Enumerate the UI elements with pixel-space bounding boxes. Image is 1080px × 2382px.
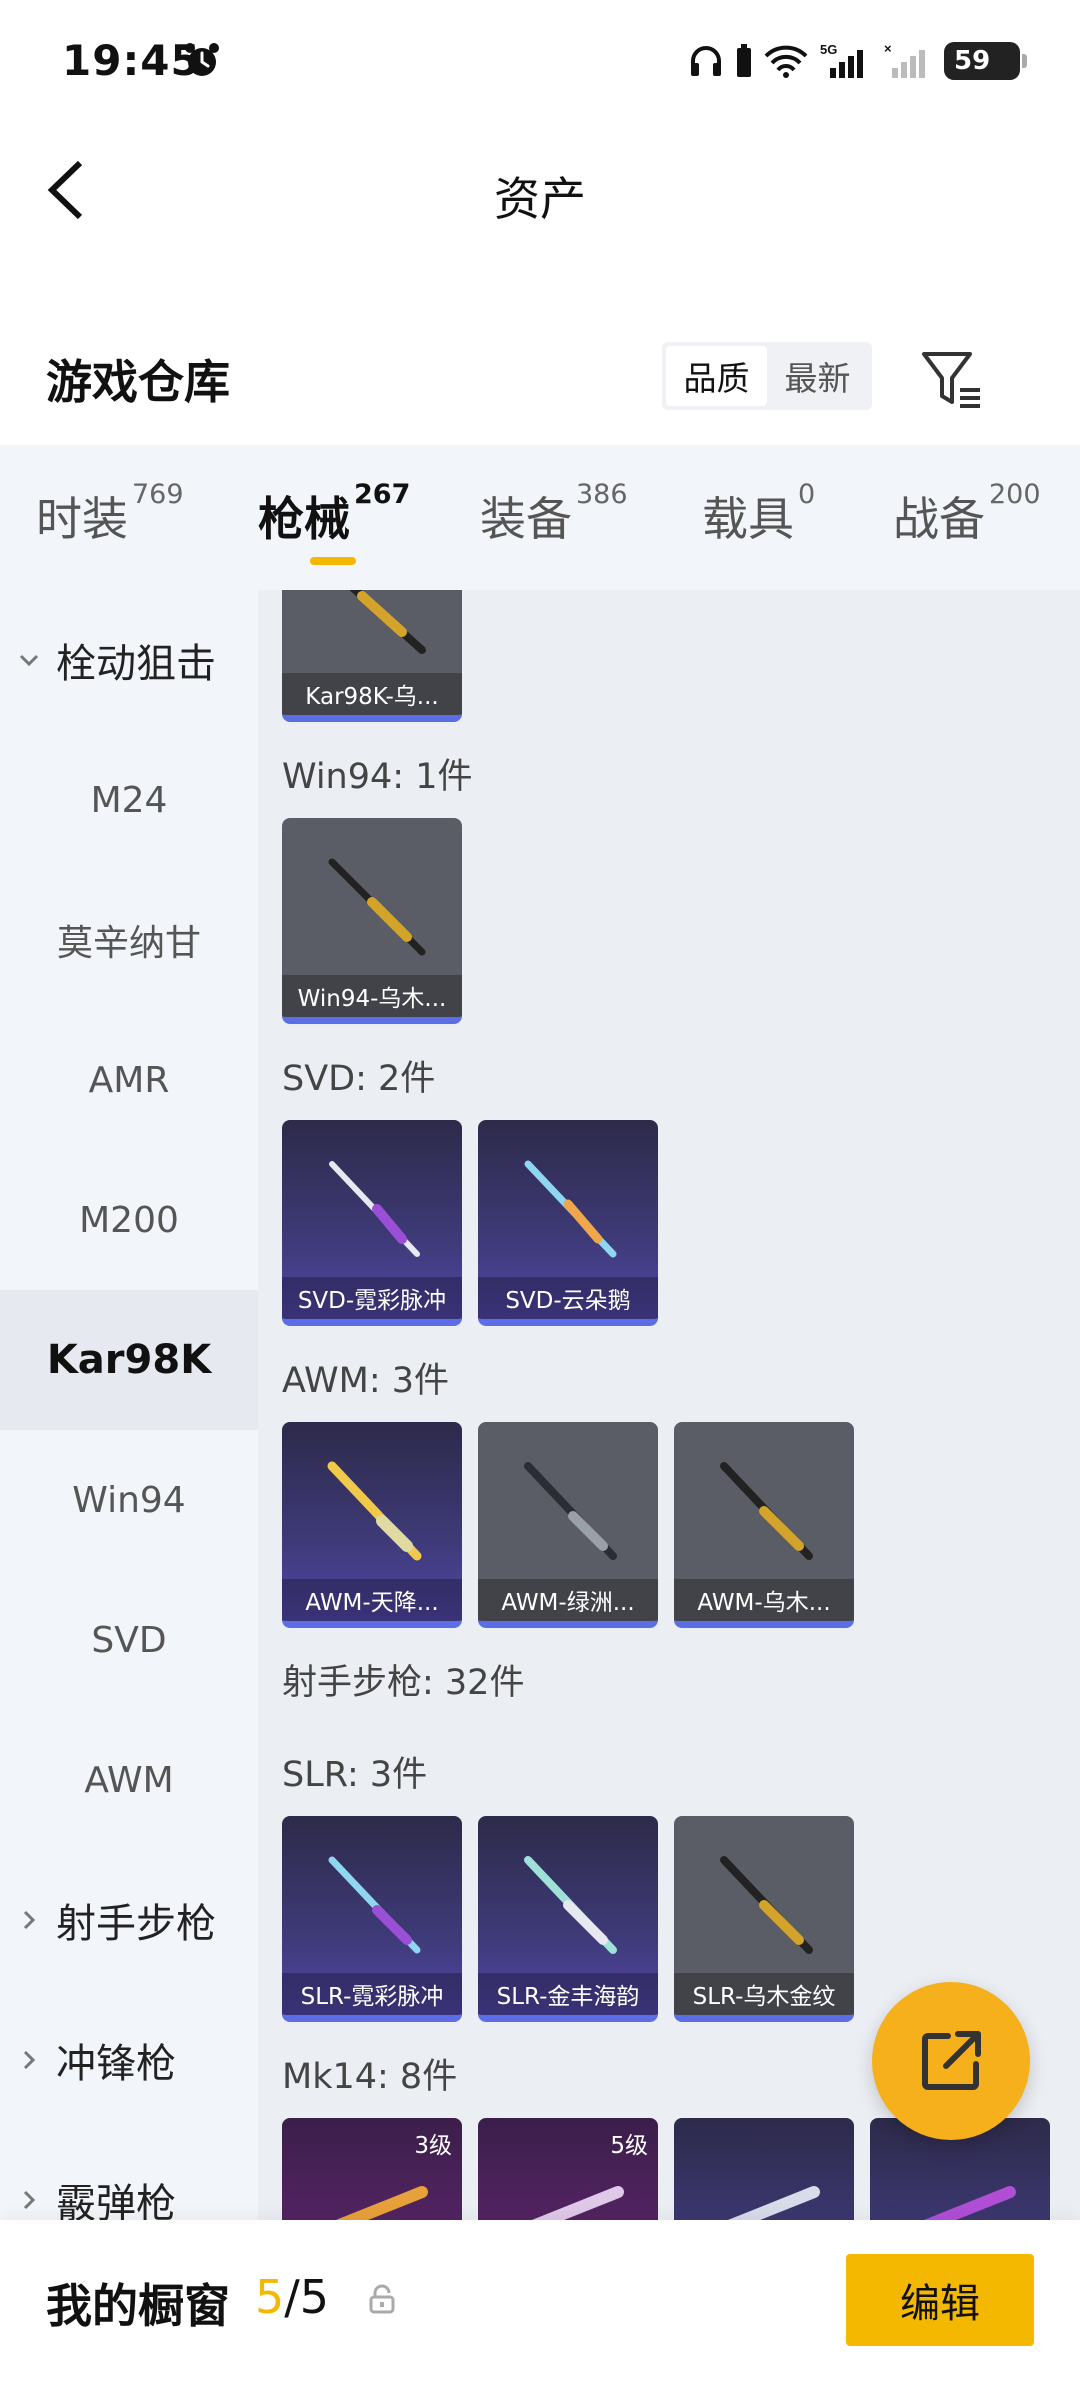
rifle-icon: [720, 1856, 813, 1954]
page-title: 资产: [494, 172, 586, 226]
sort-toggle: 品质 最新: [662, 342, 872, 410]
sidebar-item-m200[interactable]: M200: [0, 1150, 258, 1290]
item-name: SVD-云朵鹅: [478, 1277, 658, 1319]
item-name: SLR-金丰海韵: [478, 1973, 658, 2015]
item-name: SVD-霓彩脉冲: [282, 1277, 462, 1319]
warehouse-header: 游戏仓库 品质 最新: [0, 320, 1080, 440]
svg-text:5G: 5G: [820, 42, 837, 57]
group-label-win94: Win94: 1件: [282, 757, 473, 797]
rifle-icon: [328, 1856, 421, 1954]
rifle-icon: [531, 2186, 624, 2220]
rifle-icon: [327, 1461, 422, 1561]
item-card[interactable]: [674, 2118, 854, 2220]
status-time: 19:45: [62, 36, 201, 85]
group-label-dmr: 射手步枪: 32件: [282, 1663, 525, 1703]
wifi-icon: [764, 45, 808, 78]
sidebar-group-smg[interactable]: 冲锋枪: [0, 1990, 258, 2130]
sidebar-item-amr[interactable]: AMR: [0, 1010, 258, 1150]
showcase-label: 我的橱窗: [46, 2279, 230, 2333]
sidebar-item-m24[interactable]: M24: [0, 730, 258, 870]
headphones-icon: [691, 46, 721, 76]
rifle-icon: [524, 1462, 617, 1560]
item-card[interactable]: AWM-绿洲...: [478, 1422, 658, 1628]
item-name: AWM-天降...: [282, 1579, 462, 1621]
svg-text:×: ×: [884, 42, 892, 56]
filter-icon[interactable]: [920, 348, 986, 410]
sidebar-group-shotgun[interactable]: 霰弹枪: [0, 2130, 258, 2220]
item-card[interactable]: SLR-乌木金纹: [674, 1816, 854, 2022]
item-card[interactable]: SVD-云朵鹅: [478, 1120, 658, 1326]
item-card[interactable]: Kar98K-乌...: [282, 590, 462, 722]
tab-vehicles[interactable]: 载具 0: [702, 479, 815, 549]
alarm-icon: [185, 43, 219, 76]
status-bar: 19:45 5G × 59: [0, 0, 1080, 125]
item-card[interactable]: SLR-霓彩脉冲: [282, 1816, 462, 2022]
status-icons: 5G × 59: [688, 38, 1027, 84]
lock-icon: [369, 2284, 395, 2314]
rifle-icon: [720, 1462, 813, 1560]
signal-5g-icon: 5G: [820, 42, 863, 78]
item-card[interactable]: 5级: [478, 2118, 658, 2220]
rifle-icon: [335, 2186, 428, 2220]
rifle-icon: [524, 1160, 617, 1258]
tab-equipment[interactable]: 装备 386: [480, 479, 628, 549]
nav-bar: 资产: [0, 125, 1080, 255]
warehouse-title: 游戏仓库: [46, 355, 230, 409]
tab-supplies[interactable]: 战备 200: [893, 479, 1041, 549]
chevron-right-icon: [23, 2190, 36, 2210]
group-label-awm: AWM: 3件: [282, 1361, 450, 1401]
sidebar-item-mosin[interactable]: 莫辛纳甘: [0, 870, 258, 1010]
rifle-icon: [524, 1856, 617, 1954]
signal-empty-icon: ×: [884, 42, 925, 78]
sort-newest-button[interactable]: 最新: [767, 346, 868, 406]
weapon-sidebar: 栓动狙击 M24 莫辛纳甘 AMR M200 Kar98K Win94 SVD …: [0, 590, 258, 2220]
sidebar-item-win94[interactable]: Win94: [0, 1430, 258, 1570]
chevron-down-icon: [19, 654, 39, 667]
rifle-icon: [923, 2186, 1016, 2220]
item-card[interactable]: SVD-霓彩脉冲: [282, 1120, 462, 1326]
item-card[interactable]: AWM-天降...: [282, 1422, 462, 1628]
group-label-mk14: Mk14: 8件: [282, 2057, 458, 2097]
item-name: AWM-绿洲...: [478, 1579, 658, 1621]
sort-quality-button[interactable]: 品质: [666, 346, 767, 406]
item-card[interactable]: AWM-乌木...: [674, 1422, 854, 1628]
showcase-bar: 我的橱窗 5/5 编辑: [0, 2220, 1080, 2382]
item-name: AWM-乌木...: [674, 1579, 854, 1621]
weapon-grid: Kar98K-乌... Win94: 1件 Win94-乌木... SVD: 2…: [258, 590, 1080, 2220]
battery-indicator: 59: [944, 42, 1027, 80]
tab-fashion[interactable]: 时装 769: [36, 479, 184, 549]
rifle-icon: [349, 590, 426, 654]
chevron-right-icon: [23, 1910, 36, 1930]
chevron-right-icon: [23, 2050, 36, 2070]
item-card[interactable]: 3级: [282, 2118, 462, 2220]
share-button[interactable]: [872, 1982, 1030, 2140]
category-tabs: 时装 769 枪械 267 装备 386 载具 0 战备 200: [0, 445, 1080, 590]
sidebar-group-dmr[interactable]: 射手步枪: [0, 1850, 258, 1990]
active-tab-indicator: [310, 557, 356, 565]
group-label-svd: SVD: 2件: [282, 1059, 436, 1099]
item-name: Kar98K-乌...: [282, 673, 462, 715]
rifle-icon: [329, 1161, 420, 1257]
sidebar-item-svd[interactable]: SVD: [0, 1570, 258, 1710]
rifle-icon: [328, 858, 426, 956]
group-label-slr: SLR: 3件: [282, 1755, 428, 1795]
battery-small-icon: [737, 44, 751, 77]
edit-button[interactable]: 编辑: [846, 2254, 1034, 2346]
showcase-count: 5/5: [255, 2270, 330, 2324]
item-name: SLR-霓彩脉冲: [282, 1973, 462, 2015]
item-card[interactable]: Win94-乌木...: [282, 818, 462, 1024]
item-name: Win94-乌木...: [282, 975, 462, 1017]
item-card[interactable]: SLR-金丰海韵: [478, 1816, 658, 2022]
sidebar-group-bolt-action[interactable]: 栓动狙击: [0, 590, 258, 730]
share-icon: [922, 2031, 981, 2090]
sidebar-item-kar98k[interactable]: Kar98K: [0, 1290, 258, 1430]
tab-firearms[interactable]: 枪械 267: [258, 479, 410, 549]
item-name: SLR-乌木金纹: [674, 1973, 854, 2015]
rifle-icon: [727, 2186, 820, 2220]
sidebar-item-awm[interactable]: AWM: [0, 1710, 258, 1850]
